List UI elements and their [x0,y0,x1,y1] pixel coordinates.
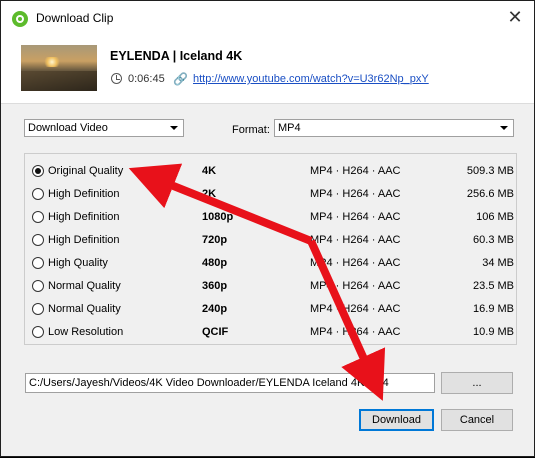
quality-option-row[interactable]: High Quality 480p MP4 · H264 · AAC 34 MB [25,252,516,275]
quality-radio[interactable] [32,257,44,269]
quality-radio[interactable] [32,326,44,338]
quality-codec: MP4 · H264 · AAC [310,165,401,177]
quality-label: High Definition [48,211,120,223]
chevron-down-icon [500,126,508,130]
quality-codec: MP4 · H264 · AAC [310,280,401,292]
quality-codec: MP4 · H264 · AAC [310,188,401,200]
quality-label: Normal Quality [48,280,121,292]
quality-option-row[interactable]: High Definition 2K MP4 · H264 · AAC 256.6 M… [25,183,516,206]
clip-duration: 0:06:45 [128,73,165,85]
quality-codec: MP4 · H264 · AAC [310,211,401,223]
browse-button[interactable]: ... [441,372,513,394]
quality-resolution: 720p [202,234,228,246]
quality-resolution: 360p [202,280,228,292]
cancel-button[interactable]: Cancel [441,409,513,431]
quality-codec: MP4 · H264 · AAC [310,234,401,246]
download-button[interactable]: Download [359,409,434,431]
quality-file-size: 34 MB [482,257,514,269]
close-icon[interactable]: ✕ [504,7,526,27]
quality-radio[interactable] [32,280,44,292]
format-value: MP4 [278,122,301,134]
quality-label: High Definition [48,234,120,246]
quality-file-size: 16.9 MB [473,303,514,315]
clip-title: EYLENDA | Iceland 4K [110,49,243,63]
quality-label: High Definition [48,188,120,200]
download-mode-value: Download Video [28,122,108,134]
app-logo-icon [12,11,28,27]
quality-option-row[interactable]: Normal Quality 240p MP4 · H264 · AAC 16.9 M… [25,298,516,321]
quality-codec: MP4 · H264 · AAC [310,303,401,315]
quality-option-row[interactable]: High Definition 720p MP4 · H264 · AAC 60.3 … [25,229,516,252]
quality-codec: MP4 · H264 · AAC [310,326,401,338]
quality-file-size: 106 MB [476,211,514,223]
quality-radio[interactable] [32,303,44,315]
clip-thumbnail [21,45,97,91]
format-label: Format: [232,124,270,136]
quality-codec: MP4 · H264 · AAC [310,257,401,269]
quality-list: Original Quality 4K MP4 · H264 · AAC 509.3 … [24,153,517,345]
quality-radio[interactable] [32,165,44,177]
quality-file-size: 509.3 MB [466,165,514,177]
quality-label: Normal Quality [48,303,121,315]
quality-radio[interactable] [32,234,44,246]
quality-resolution: 240p [202,303,228,315]
clip-url-link[interactable]: http://www.youtube.com/watch?v=U3r62Np_p… [193,73,429,85]
download-mode-dropdown[interactable]: Download Video [24,119,184,137]
chevron-down-icon [170,126,178,130]
quality-file-size: 60.3 MB [473,234,514,246]
window-title: Download Clip [36,11,114,25]
quality-label: Original Quality [48,165,124,177]
quality-resolution: QCIF [202,326,229,338]
format-dropdown[interactable]: MP4 [274,119,514,137]
quality-radio[interactable] [32,211,44,223]
clock-icon [111,73,122,84]
clip-header: EYLENDA | Iceland 4K 0:06:45 🔗 http://ww… [1,33,534,104]
quality-label: Low Resolution [48,326,124,338]
download-clip-window: Download Clip ✕ EYLENDA | Iceland 4K 0:0… [0,0,535,457]
quality-resolution: 1080p [202,211,234,223]
quality-file-size: 256.6 MB [466,188,514,200]
quality-file-size: 23.5 MB [473,280,514,292]
title-bar: Download Clip ✕ [1,1,534,33]
link-icon: 🔗 [173,72,188,86]
quality-resolution: 4K [202,165,217,177]
quality-option-row[interactable]: High Definition 1080p MP4 · H264 · AAC 106 … [25,206,516,229]
quality-option-row[interactable]: Low Resolution QCIF MP4 · H264 · AAC 10.9 M… [25,321,516,344]
quality-radio[interactable] [32,188,44,200]
quality-file-size: 10.9 MB [473,326,514,338]
quality-option-row[interactable]: Normal Quality 360p MP4 · H264 · AAC 23.5 M… [25,275,516,298]
quality-option-row[interactable]: Original Quality 4K MP4 · H264 · AAC 509.3 … [25,160,516,183]
quality-resolution: 480p [202,257,228,269]
quality-resolution: 2K [202,188,217,200]
quality-label: High Quality [48,257,108,269]
save-path-field[interactable]: C:/Users/Jayesh/Videos/4K Video Download… [25,373,435,393]
